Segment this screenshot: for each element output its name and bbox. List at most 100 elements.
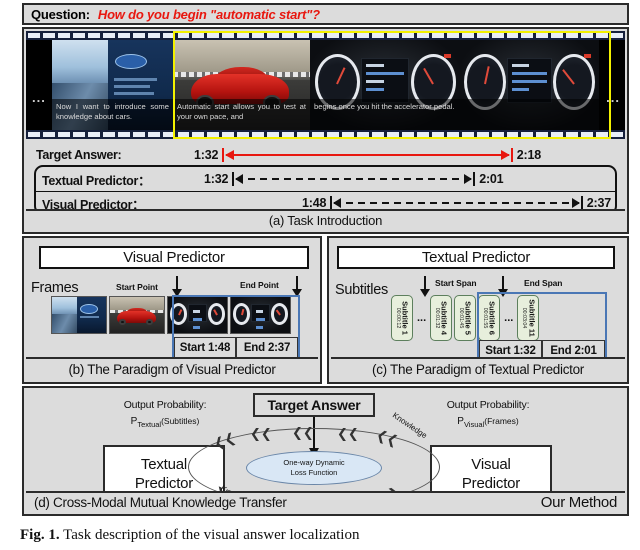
arrowhead-left xyxy=(235,174,243,184)
video-filmstrip: ... Now I want to introduce some knowled… xyxy=(26,31,625,139)
timeline-label: Target Answer: xyxy=(26,148,194,162)
end-point-label: End Point xyxy=(240,280,279,290)
panel-cross-modal-knowledge-transfer: Target Answer Output Probability: PTextu… xyxy=(22,386,629,516)
figure-caption: Fig. 1. Task description of the visual a… xyxy=(20,527,620,544)
film-sprockets-top xyxy=(26,31,625,40)
blurred-text-line xyxy=(80,316,99,318)
filmstrip-frame-4[interactable] xyxy=(460,40,599,130)
timeline-start-time: 1:32 xyxy=(194,148,218,162)
arrowhead-left xyxy=(333,198,341,208)
frame-thumbnail-road[interactable] xyxy=(51,296,107,334)
span-tick-end xyxy=(511,148,513,162)
timeline-row-textual-predictor: Textual Predictor： 1:32 2:01 xyxy=(36,167,615,191)
frame-caption: Automatic start allows you to test at yo… xyxy=(173,99,310,130)
span-tick-start xyxy=(232,172,234,186)
panel-c-caption: (c) The Paradigm of Textual Predictor xyxy=(331,357,625,380)
timeline-end-time: 2:37 xyxy=(587,196,615,210)
right-output-probability-label: Output Probability: xyxy=(388,399,588,411)
textual-predictor-line2: Predictor xyxy=(135,474,193,493)
arrowhead-right xyxy=(464,174,472,184)
textual-predictor-title: Textual Predictor xyxy=(337,246,615,269)
question-bar: Question: How do you begin "automatic st… xyxy=(22,3,629,25)
arrowhead-left xyxy=(225,150,234,160)
subtitle-chip-times: 00:01:32 xyxy=(434,308,440,329)
left-ellipsis: ... xyxy=(32,90,46,105)
blurred-text-line xyxy=(114,85,150,88)
visual-predictor-title: Visual Predictor xyxy=(39,246,309,269)
frame-caption: Now I want to introduce some knowledge a… xyxy=(52,99,173,130)
start-point-label: Start Point xyxy=(116,282,158,292)
filmstrip-left-gutter: ... xyxy=(26,40,52,130)
blurred-text-line xyxy=(114,92,154,95)
visual-predictor-line2: Predictor xyxy=(462,474,520,493)
red-car-scene-art xyxy=(110,297,164,333)
gauge-needle xyxy=(484,67,490,85)
frame-span-end: End 2:37 xyxy=(236,337,298,359)
right-ellipsis: ... xyxy=(606,90,620,105)
start-span-label: Start Span xyxy=(435,278,477,288)
blurred-text-line xyxy=(114,78,158,81)
filmstrip-frames: ... Now I want to introduce some knowled… xyxy=(26,40,625,130)
gauge-needle xyxy=(336,68,345,85)
subtitle-chip-times: 00:01:45 xyxy=(458,308,464,329)
subtitle-chip-name: Subtitle 1 xyxy=(401,301,410,335)
timeline-end-time: 2:01 xyxy=(479,172,503,186)
filmstrip-frame-1[interactable]: Now I want to introduce some knowledge a… xyxy=(52,40,173,130)
span-tick-start xyxy=(330,196,332,210)
end-span-label: End Span xyxy=(524,278,562,288)
span-arrow-solid xyxy=(226,154,509,156)
end-span-arrow xyxy=(502,276,504,290)
our-method-label: Our Method xyxy=(541,494,617,511)
filmstrip-frame-2[interactable]: Automatic start allows you to test at yo… xyxy=(173,40,310,130)
loss-line1: One-way Dynamic xyxy=(283,458,344,468)
subtitle-chip[interactable]: Subtitle 5 00:01:45 xyxy=(454,295,476,341)
filmstrip-frame-3[interactable]: begins once you hit the accelerator peda… xyxy=(310,40,460,130)
gauge-needle xyxy=(423,68,434,85)
start-span-arrow xyxy=(424,276,426,290)
end-point-arrow xyxy=(296,276,298,290)
timeline-bar-target xyxy=(222,146,513,164)
timeline-start-time: 1:32 xyxy=(204,172,228,186)
span-arrow-dashed xyxy=(334,202,579,204)
span-tick-start xyxy=(222,148,224,162)
left-output-probability-label: Output Probability: xyxy=(80,399,250,411)
target-answer-box: Target Answer xyxy=(253,393,375,417)
subtitle-chip-name: Subtitle 4 xyxy=(440,301,449,335)
timeline-start-time: 1:48 xyxy=(302,196,326,210)
predictor-rows-box: Textual Predictor： 1:32 2:01 Visual Pred… xyxy=(34,165,617,215)
timeline-row-target-answer: Target Answer: 1:32 2:18 xyxy=(26,143,625,167)
subtitles-label: Subtitles xyxy=(335,282,388,298)
filmstrip-right-gutter: ... xyxy=(599,40,625,130)
frame-span-values: Start 1:48 End 2:37 xyxy=(174,337,298,359)
timeline-label: Textual Predictor： xyxy=(36,170,204,189)
warning-light-icon xyxy=(444,54,451,58)
subtitle-chip[interactable]: Subtitle 1 00:00:12 xyxy=(391,295,413,341)
frame-span-start: Start 1:48 xyxy=(174,337,236,359)
dynamic-loss-function-node: One-way Dynamic Loss Function xyxy=(246,451,382,485)
visual-predictor-line1: Visual xyxy=(471,455,510,474)
panel-textual-predictor-paradigm: Textual Predictor Subtitles Start Span E… xyxy=(327,236,629,384)
panel-d-caption-text: (d) Cross-Modal Mutual Knowledge Transfe… xyxy=(34,495,287,510)
start-point-arrow xyxy=(176,276,178,290)
car-wheel-art xyxy=(146,319,153,325)
question-label: Question: xyxy=(31,7,90,22)
arrowhead-right xyxy=(501,150,510,160)
timeline-end-time: 2:18 xyxy=(517,148,625,162)
subtitle-chip[interactable]: Subtitle 4 00:01:32 xyxy=(430,295,452,341)
frame-thumbnail-red-car[interactable] xyxy=(109,296,165,334)
dashboard-display xyxy=(507,58,551,103)
figure-caption-number: Fig. 1. xyxy=(20,527,60,543)
subtitle-ellipsis: ... xyxy=(415,312,428,324)
panel-d-caption: (d) Cross-Modal Mutual Knowledge Transfe… xyxy=(26,491,625,512)
span-tick-end xyxy=(473,172,475,186)
subtitle-chip-name: Subtitle 5 xyxy=(464,301,473,335)
span-tick-end xyxy=(581,196,583,210)
figure-root: Question: How do you begin "automatic st… xyxy=(0,0,640,550)
warning-light-icon xyxy=(584,54,591,58)
arrowhead-right xyxy=(572,198,580,208)
panel-task-introduction: ... Now I want to introduce some knowled… xyxy=(22,27,629,234)
panel-b-caption: (b) The Paradigm of Visual Predictor xyxy=(26,357,318,380)
figure-caption-text: Task description of the visual answer lo… xyxy=(63,527,359,543)
timeline-bar-textual xyxy=(232,170,475,188)
panel-visual-predictor-paradigm: Visual Predictor Frames Start Point End … xyxy=(22,236,322,384)
